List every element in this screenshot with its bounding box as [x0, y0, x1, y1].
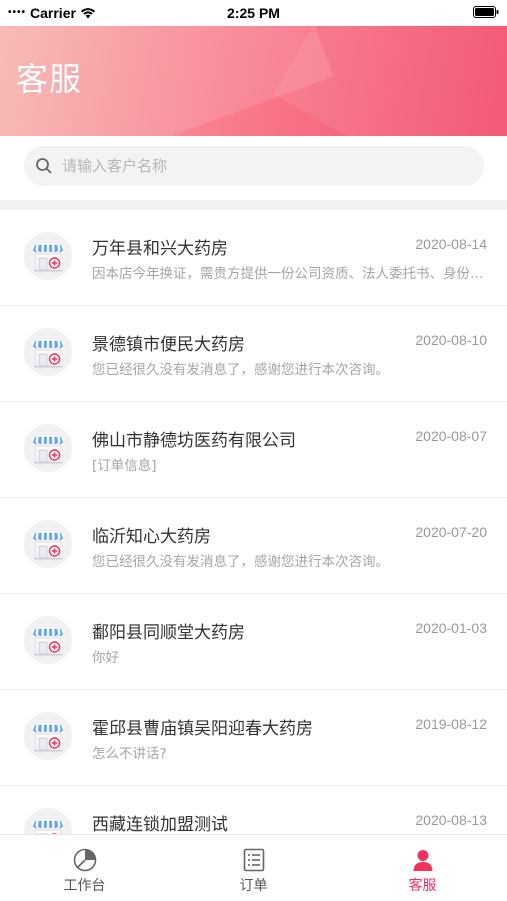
- message-date: 2020-08-07: [415, 428, 487, 444]
- customer-service-icon: [413, 850, 432, 871]
- customer-name: 临沂知心大药房: [92, 527, 211, 547]
- conversation-item[interactable]: 景德镇市便民大药房 2020-08-10 您已经很久没有发消息了，感谢您进行本次…: [0, 306, 507, 402]
- status-bar: •••• Carrier 2:25 PM: [0, 0, 507, 26]
- conversation-item[interactable]: 佛山市静德坊医药有限公司 2020-08-07 [订单信息]: [0, 402, 507, 498]
- tab-customer-service[interactable]: 客服: [338, 835, 507, 901]
- store-avatar-icon: [24, 232, 72, 280]
- section-divider: [0, 200, 507, 210]
- message-preview: 你好: [92, 650, 119, 666]
- status-time: 2:25 PM: [227, 5, 280, 21]
- message-preview: 怎么不讲话?: [92, 746, 167, 762]
- conversation-item[interactable]: 西藏连锁加盟测试 2020-08-13: [0, 786, 507, 834]
- customer-name: 霍邱县曹庙镇吴阳迎春大药房: [92, 719, 313, 739]
- customer-name: 鄱阳县同顺堂大药房: [92, 623, 245, 643]
- search-box[interactable]: [24, 146, 484, 186]
- customer-name: 西藏连锁加盟测试: [92, 815, 228, 834]
- message-preview: [订单信息]: [92, 458, 157, 474]
- conversation-item[interactable]: 临沂知心大药房 2020-07-20 您已经很久没有发消息了，感谢您进行本次咨询…: [0, 498, 507, 594]
- conversation-item[interactable]: 万年县和兴大药房 2020-08-14 因本店今年换证，需贵方提供一份公司资质、…: [0, 210, 507, 306]
- tab-orders[interactable]: 订单: [169, 835, 338, 901]
- store-avatar-icon: [24, 328, 72, 376]
- message-date: 2019-08-12: [415, 716, 487, 732]
- conversation-list: 万年县和兴大药房 2020-08-14 因本店今年换证，需贵方提供一份公司资质、…: [0, 210, 507, 834]
- page-title: 客服: [16, 60, 83, 98]
- tab-label: 客服: [408, 878, 437, 894]
- battery-icon: [473, 6, 499, 18]
- tab-label: 工作台: [63, 878, 106, 894]
- customer-name: 佛山市静德坊医药有限公司: [92, 431, 296, 451]
- message-date: 2020-08-10: [415, 332, 487, 348]
- search-input[interactable]: [60, 156, 464, 176]
- message-preview: 您已经很久没有发消息了，感谢您进行本次咨询。: [92, 554, 389, 570]
- tab-bar: 工作台 订单 客服: [0, 834, 507, 901]
- tab-label: 订单: [239, 878, 268, 894]
- dashboard-icon: [73, 848, 96, 872]
- message-date: 2020-08-13: [415, 812, 487, 828]
- store-avatar-icon: [24, 616, 72, 664]
- conversation-item[interactable]: 鄱阳县同顺堂大药房 2020-01-03 你好: [0, 594, 507, 690]
- store-avatar-icon: [24, 520, 72, 568]
- message-date: 2020-01-03: [415, 620, 487, 636]
- header-decoration: [273, 26, 507, 136]
- message-preview: 您已经很久没有发消息了，感谢您进行本次咨询。: [92, 362, 389, 378]
- order-list-icon: [243, 848, 264, 872]
- search-area: [0, 136, 507, 200]
- tab-workbench[interactable]: 工作台: [0, 835, 169, 901]
- message-date: 2020-07-20: [415, 524, 487, 540]
- store-avatar-icon: [24, 424, 72, 472]
- customer-name: 万年县和兴大药房: [92, 239, 228, 259]
- message-date: 2020-08-14: [415, 236, 487, 252]
- conversation-item[interactable]: 霍邱县曹庙镇吴阳迎春大药房 2019-08-12 怎么不讲话?: [0, 690, 507, 786]
- search-icon: [36, 158, 52, 174]
- page-header: 客服: [0, 26, 507, 136]
- store-avatar-icon: [24, 712, 72, 760]
- store-avatar-icon: [24, 808, 72, 834]
- message-preview: 因本店今年换证，需贵方提供一份公司资质、法人委托书、身份证复印件: [92, 266, 488, 282]
- customer-name: 景德镇市便民大药房: [92, 335, 245, 355]
